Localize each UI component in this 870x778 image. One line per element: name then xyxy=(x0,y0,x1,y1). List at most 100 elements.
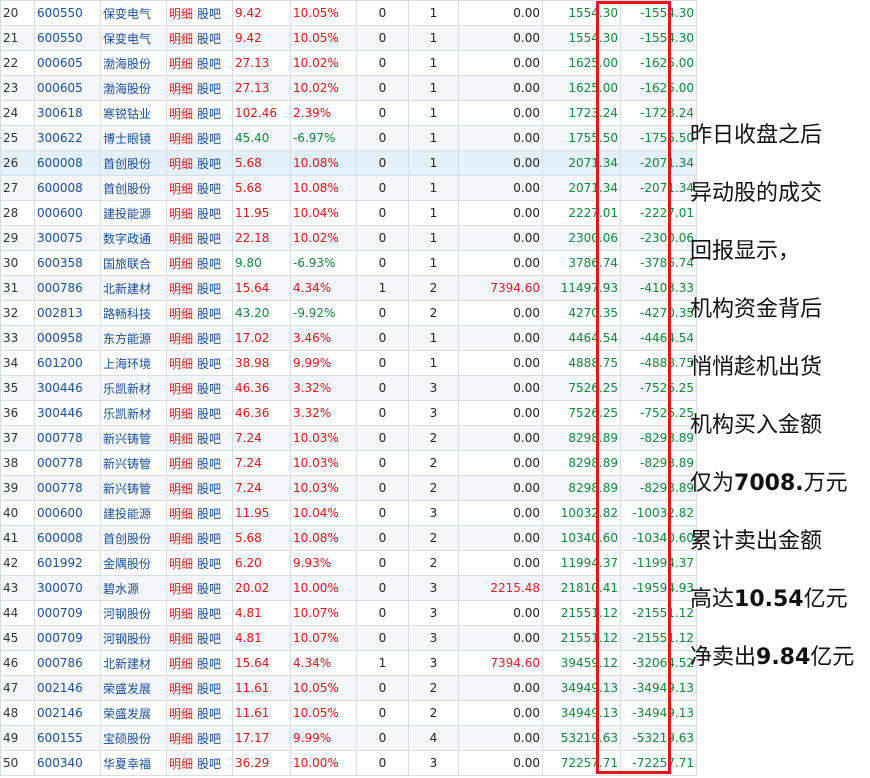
stock-name-link[interactable]: 碧水源 xyxy=(100,575,167,601)
forum-link[interactable]: 股吧 xyxy=(197,107,221,121)
detail-link[interactable]: 明细 xyxy=(169,157,193,171)
forum-link[interactable]: 股吧 xyxy=(197,382,221,396)
stock-name-link[interactable]: 北新建材 xyxy=(100,650,167,676)
detail-link[interactable]: 明细 xyxy=(169,332,193,346)
stock-code-link[interactable]: 600358 xyxy=(34,250,101,276)
stock-name-link[interactable]: 东方能源 xyxy=(100,325,167,351)
stock-code-link[interactable]: 000709 xyxy=(34,600,101,626)
stock-name-link[interactable]: 金隅股份 xyxy=(100,550,167,576)
stock-name-link[interactable]: 新兴铸管 xyxy=(100,425,167,451)
stock-code-link[interactable]: 000600 xyxy=(34,500,101,526)
detail-link[interactable]: 明细 xyxy=(169,82,193,96)
forum-link[interactable]: 股吧 xyxy=(197,32,221,46)
detail-link[interactable]: 明细 xyxy=(169,182,193,196)
stock-name-link[interactable]: 渤海股份 xyxy=(100,75,167,101)
stock-code-link[interactable]: 000709 xyxy=(34,625,101,651)
stock-name-link[interactable]: 荣盛发展 xyxy=(100,675,167,701)
stock-name-link[interactable]: 新兴铸管 xyxy=(100,450,167,476)
stock-name-link[interactable]: 路畅科技 xyxy=(100,300,167,326)
forum-link[interactable]: 股吧 xyxy=(197,607,221,621)
stock-name-link[interactable]: 国旅联合 xyxy=(100,250,167,276)
forum-link[interactable]: 股吧 xyxy=(197,7,221,21)
forum-link[interactable]: 股吧 xyxy=(197,407,221,421)
stock-code-link[interactable]: 000786 xyxy=(34,650,101,676)
detail-link[interactable]: 明细 xyxy=(169,482,193,496)
stock-name-link[interactable]: 保变电气 xyxy=(100,0,167,26)
stock-name-link[interactable]: 华夏幸福 xyxy=(100,750,167,776)
forum-link[interactable]: 股吧 xyxy=(197,657,221,671)
stock-name-link[interactable]: 河钢股份 xyxy=(100,625,167,651)
forum-link[interactable]: 股吧 xyxy=(197,732,221,746)
forum-link[interactable]: 股吧 xyxy=(197,532,221,546)
detail-link[interactable]: 明细 xyxy=(169,32,193,46)
stock-code-link[interactable]: 000600 xyxy=(34,200,101,226)
stock-name-link[interactable]: 宝硕股份 xyxy=(100,725,167,751)
detail-link[interactable]: 明细 xyxy=(169,307,193,321)
stock-name-link[interactable]: 河钢股份 xyxy=(100,600,167,626)
stock-code-link[interactable]: 000778 xyxy=(34,450,101,476)
stock-name-link[interactable]: 上海环境 xyxy=(100,350,167,376)
stock-name-link[interactable]: 乐凯新材 xyxy=(100,400,167,426)
forum-link[interactable]: 股吧 xyxy=(197,282,221,296)
stock-name-link[interactable]: 首创股份 xyxy=(100,150,167,176)
stock-name-link[interactable]: 建投能源 xyxy=(100,500,167,526)
detail-link[interactable]: 明细 xyxy=(169,607,193,621)
detail-link[interactable]: 明细 xyxy=(169,132,193,146)
forum-link[interactable]: 股吧 xyxy=(197,582,221,596)
detail-link[interactable]: 明细 xyxy=(169,407,193,421)
detail-link[interactable]: 明细 xyxy=(169,582,193,596)
forum-link[interactable]: 股吧 xyxy=(197,232,221,246)
stock-name-link[interactable]: 数字政通 xyxy=(100,225,167,251)
forum-link[interactable]: 股吧 xyxy=(197,257,221,271)
detail-link[interactable]: 明细 xyxy=(169,57,193,71)
stock-code-link[interactable]: 601992 xyxy=(34,550,101,576)
stock-code-link[interactable]: 000958 xyxy=(34,325,101,351)
stock-code-link[interactable]: 600008 xyxy=(34,175,101,201)
stock-code-link[interactable]: 300446 xyxy=(34,400,101,426)
stock-name-link[interactable]: 首创股份 xyxy=(100,525,167,551)
stock-code-link[interactable]: 600340 xyxy=(34,750,101,776)
stock-name-link[interactable]: 保变电气 xyxy=(100,25,167,51)
forum-link[interactable]: 股吧 xyxy=(197,482,221,496)
stock-code-link[interactable]: 600550 xyxy=(34,25,101,51)
forum-link[interactable]: 股吧 xyxy=(197,132,221,146)
stock-code-link[interactable]: 000778 xyxy=(34,475,101,501)
detail-link[interactable]: 明细 xyxy=(169,707,193,721)
stock-name-link[interactable]: 北新建材 xyxy=(100,275,167,301)
forum-link[interactable]: 股吧 xyxy=(197,632,221,646)
detail-link[interactable]: 明细 xyxy=(169,282,193,296)
forum-link[interactable]: 股吧 xyxy=(197,707,221,721)
detail-link[interactable]: 明细 xyxy=(169,382,193,396)
detail-link[interactable]: 明细 xyxy=(169,657,193,671)
detail-link[interactable]: 明细 xyxy=(169,632,193,646)
stock-code-link[interactable]: 600008 xyxy=(34,150,101,176)
stock-name-link[interactable]: 新兴铸管 xyxy=(100,475,167,501)
forum-link[interactable]: 股吧 xyxy=(197,332,221,346)
stock-code-link[interactable]: 300070 xyxy=(34,575,101,601)
stock-name-link[interactable]: 建投能源 xyxy=(100,200,167,226)
stock-code-link[interactable]: 000605 xyxy=(34,50,101,76)
stock-code-link[interactable]: 002146 xyxy=(34,700,101,726)
forum-link[interactable]: 股吧 xyxy=(197,82,221,96)
forum-link[interactable]: 股吧 xyxy=(197,157,221,171)
stock-code-link[interactable]: 000605 xyxy=(34,75,101,101)
forum-link[interactable]: 股吧 xyxy=(197,757,221,771)
forum-link[interactable]: 股吧 xyxy=(197,57,221,71)
stock-code-link[interactable]: 600155 xyxy=(34,725,101,751)
forum-link[interactable]: 股吧 xyxy=(197,507,221,521)
detail-link[interactable]: 明细 xyxy=(169,107,193,121)
stock-code-link[interactable]: 002146 xyxy=(34,675,101,701)
forum-link[interactable]: 股吧 xyxy=(197,557,221,571)
detail-link[interactable]: 明细 xyxy=(169,557,193,571)
stock-name-link[interactable]: 首创股份 xyxy=(100,175,167,201)
forum-link[interactable]: 股吧 xyxy=(197,307,221,321)
detail-link[interactable]: 明细 xyxy=(169,732,193,746)
detail-link[interactable]: 明细 xyxy=(169,232,193,246)
stock-name-link[interactable]: 博士眼镜 xyxy=(100,125,167,151)
stock-code-link[interactable]: 300075 xyxy=(34,225,101,251)
stock-code-link[interactable]: 601200 xyxy=(34,350,101,376)
forum-link[interactable]: 股吧 xyxy=(197,457,221,471)
stock-code-link[interactable]: 600550 xyxy=(34,0,101,26)
forum-link[interactable]: 股吧 xyxy=(197,682,221,696)
forum-link[interactable]: 股吧 xyxy=(197,182,221,196)
